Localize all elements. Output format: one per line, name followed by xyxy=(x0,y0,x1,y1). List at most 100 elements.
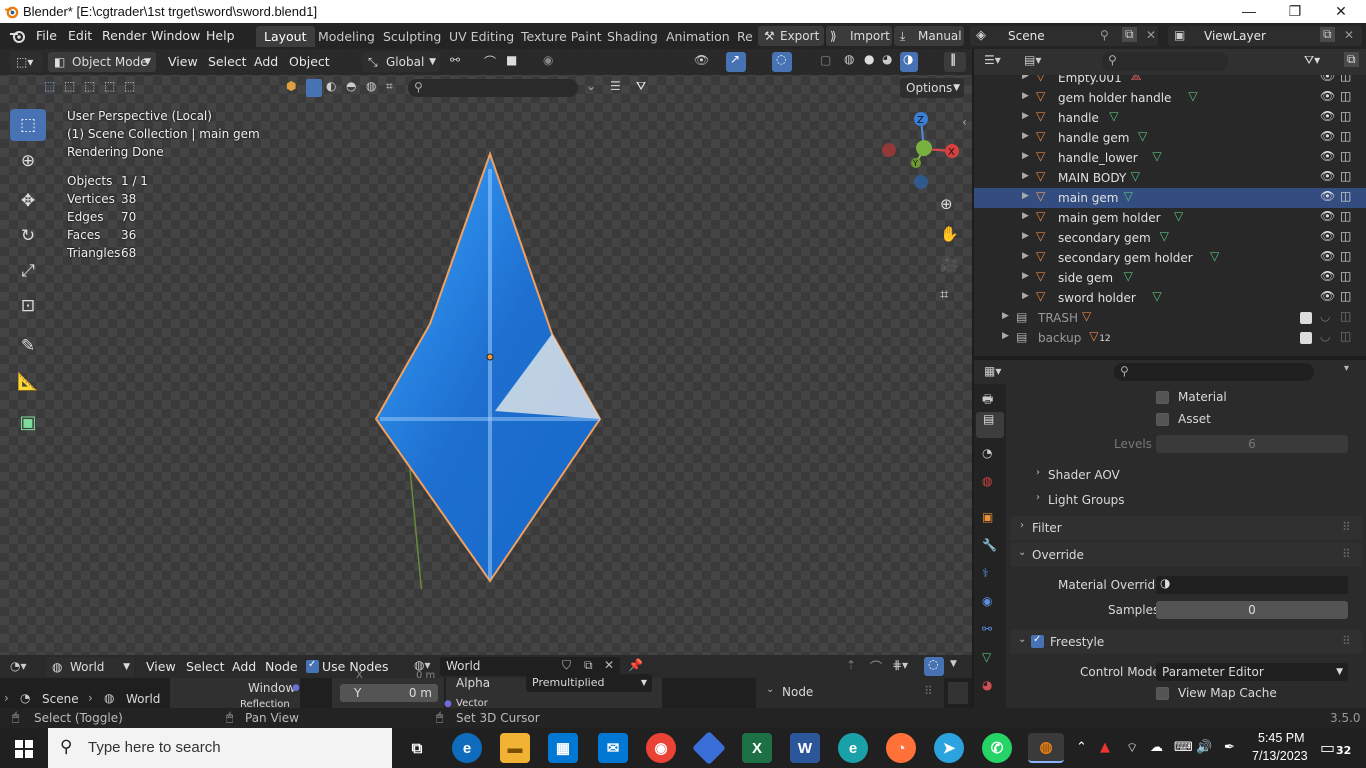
windows-start-icon[interactable] xyxy=(15,740,33,758)
mesh-data-icon[interactable]: ▽ xyxy=(1160,229,1169,243)
perspective-grid-icon[interactable]: ⌗ xyxy=(940,285,948,303)
expand-arrow-icon[interactable]: ▶ xyxy=(1022,91,1029,101)
material-tab-icon[interactable]: ◕ xyxy=(982,678,992,692)
material-checkbox[interactable] xyxy=(1156,391,1169,404)
exclude-checkbox[interactable] xyxy=(1300,312,1312,324)
physics-tab-icon[interactable]: ◉ xyxy=(982,594,992,608)
new-scene-icon[interactable]: ⧉ xyxy=(1122,27,1137,42)
world-tab-icon[interactable]: ◍ xyxy=(982,474,992,488)
expand-arrow-icon[interactable]: ▶ xyxy=(1002,311,1009,321)
keyboard-tray-icon[interactable]: ⌨ xyxy=(1174,740,1193,755)
camera-icon[interactable]: ◫ xyxy=(1340,75,1351,83)
outliner-editor-icon[interactable]: ☰▾ xyxy=(984,53,1001,67)
eye-icon[interactable]: 👁 xyxy=(1320,189,1335,203)
snap-target-icon[interactable]: ■ xyxy=(506,53,517,67)
add-cube-tool[interactable]: ▣ xyxy=(10,406,46,438)
mesh-data-icon[interactable]: ▽ xyxy=(1174,209,1183,223)
camera-icon[interactable]: ◫ xyxy=(1340,169,1351,183)
blender-menu-icon[interactable] xyxy=(9,28,27,44)
node-editor-canvas[interactable]: › ◔ Scene › ◍ World Window ● Reflection … xyxy=(0,670,972,709)
world-sphere-icon[interactable]: ◍ xyxy=(366,79,376,93)
outliner-row[interactable]: ▶ ▽ handle_lower ▽ 👁 ◫ xyxy=(974,148,1366,168)
expand-arrow-icon[interactable]: ▶ xyxy=(1022,251,1029,261)
constraints-tab-icon[interactable]: ⚯ xyxy=(982,622,992,636)
menu-render[interactable]: Render xyxy=(102,28,147,43)
scene-selector[interactable]: ◈ Scene ⚲ ⧉ ✕ xyxy=(970,26,1158,46)
import-button[interactable]: ⟫ Import xyxy=(826,26,892,46)
expand-arrow-icon[interactable]: ▶ xyxy=(1002,331,1009,341)
viewlayer-selector[interactable]: ▣ ViewLayer ⧉ ✕ xyxy=(1168,26,1362,46)
editor-type-button[interactable]: ⬚▾ xyxy=(10,52,42,72)
outliner-row[interactable]: ▶ ▤ TRASH ▽ ◡ ◫ xyxy=(974,308,1366,328)
image-texture-node[interactable]: Alpha Premultiplied ▼ ● Vector xyxy=(444,674,662,709)
eye-icon[interactable]: 👁 xyxy=(1320,269,1335,283)
pin-icon[interactable]: ⚲ xyxy=(1100,28,1109,42)
expand-arrow-icon[interactable]: ▶ xyxy=(1022,111,1029,121)
tray-chevron-icon[interactable]: ⌃ xyxy=(1076,740,1087,755)
annotate-tool[interactable]: ✎ xyxy=(10,330,46,362)
expand-arrow-icon[interactable]: ▶ xyxy=(1022,131,1029,141)
funnel-icon[interactable]: ⛛ xyxy=(636,79,646,94)
mapping-node[interactable]: X 0 m Y 0 m xyxy=(332,670,444,708)
grid-icon[interactable]: ⌗ xyxy=(386,79,393,94)
data-tab-icon[interactable]: ▽ xyxy=(982,650,991,664)
navigation-gizmo[interactable]: Z X Y xyxy=(876,111,968,193)
tab-layout[interactable]: Layout xyxy=(256,26,315,47)
collection-objects-icon[interactable]: ▽ xyxy=(1082,309,1091,323)
control-mode-dropdown[interactable]: Parameter Editor ▼ xyxy=(1156,663,1348,681)
node-overlay-button[interactable]: ◌ xyxy=(924,657,944,676)
options-dropdown[interactable]: Options ▼ xyxy=(900,78,964,98)
alpha-mode-dropdown[interactable]: Premultiplied ▼ xyxy=(526,674,652,692)
camera-icon[interactable]: ◫ xyxy=(1340,89,1351,103)
expand-arrow-icon[interactable]: ▶ xyxy=(1022,211,1029,221)
collection-objects-icon[interactable]: ▽ xyxy=(1089,329,1098,343)
filter-icon[interactable]: ⛛▾ xyxy=(1304,53,1320,68)
drag-handle-icon[interactable]: ⠿ xyxy=(1342,520,1351,534)
mesh-data-icon[interactable]: ▽ xyxy=(1138,129,1147,143)
select-box-tool[interactable]: ⬚ xyxy=(10,109,46,141)
overlay-toggle-button[interactable]: ◌ xyxy=(772,52,792,72)
outliner-row[interactable]: ▶ ▽ gem holder handle ▽ 👁 ◫ xyxy=(974,88,1366,108)
shader-aov-subpanel[interactable]: › Shader AOV xyxy=(1010,464,1364,486)
particles-tab-icon[interactable]: ⚕ xyxy=(982,566,989,580)
move-tool[interactable]: ✥ xyxy=(10,185,46,217)
camera-icon[interactable]: ◫ xyxy=(1340,109,1351,123)
properties-search-input[interactable]: ⚲ xyxy=(1114,363,1314,381)
shader-type-dropdown[interactable]: ◍ World ▼ xyxy=(46,657,134,677)
camera-icon[interactable]: ◫ xyxy=(1340,249,1351,263)
eye-icon[interactable]: 👁 xyxy=(1320,229,1335,243)
tool-tab-icon[interactable]: 🖶 xyxy=(982,390,993,411)
levels-field[interactable]: 6 xyxy=(1156,435,1348,453)
cursor-tool[interactable]: ⊕ xyxy=(10,145,46,177)
outliner-row[interactable]: ▶ ▽ secondary gem ▽ 👁 ◫ xyxy=(974,228,1366,248)
new-viewlayer-icon[interactable]: ⧉ xyxy=(1320,27,1335,42)
viewport-menu-add[interactable]: Add xyxy=(254,54,278,69)
camera-icon[interactable]: ◫ xyxy=(1340,149,1351,163)
gizmo-toggle-button[interactable]: ↗ xyxy=(726,52,746,72)
remove-scene-icon[interactable]: ✕ xyxy=(1146,28,1156,42)
outliner-row[interactable]: ▶ ▽ MAIN BODY ▽ 👁 ◫ xyxy=(974,168,1366,188)
list-filter-icon[interactable]: ☰ xyxy=(610,79,621,93)
modifier-tab-icon[interactable]: 🔧 xyxy=(982,538,997,552)
samples-field[interactable]: 0 xyxy=(1156,601,1348,619)
eye-icon[interactable]: 👁 xyxy=(1320,249,1335,263)
firefox-icon[interactable]: ◔ xyxy=(886,733,916,763)
hide-viewport-icon[interactable]: ◡ xyxy=(1320,329,1330,343)
outliner-row[interactable]: ▶ ▽ side gem ▽ 👁 ◫ xyxy=(974,268,1366,288)
mesh-data-icon[interactable]: ▽ xyxy=(1109,109,1118,123)
eye-icon[interactable]: 👁 xyxy=(1320,209,1335,223)
remove-viewlayer-icon[interactable]: ✕ xyxy=(1344,28,1354,42)
edge-icon[interactable]: e xyxy=(838,733,868,763)
pin-icon[interactable]: 📌 xyxy=(628,658,643,672)
menu-window[interactable]: Window xyxy=(151,28,200,43)
outliner-row[interactable]: ▶ ▽ handle gem ▽ 👁 ◫ xyxy=(974,128,1366,148)
camera-icon[interactable]: ◫ xyxy=(1340,189,1351,203)
outliner-row[interactable]: ▶ ▽ Empty.001 ⟁ 👁 ◫ xyxy=(974,75,1366,88)
drag-handle-icon[interactable]: ⠿ xyxy=(924,684,933,698)
expand-arrow-icon[interactable]: ▶ xyxy=(1022,231,1029,241)
object-mode-dropdown[interactable]: ◧ Object Mode ▼ xyxy=(48,52,156,72)
material-override-field[interactable]: ◑ xyxy=(1156,576,1348,594)
chrome-icon[interactable]: ◉ xyxy=(646,733,676,763)
outliner-search-input[interactable]: ⚲ xyxy=(1102,52,1228,71)
rotate-tool[interactable]: ↻ xyxy=(10,220,46,252)
